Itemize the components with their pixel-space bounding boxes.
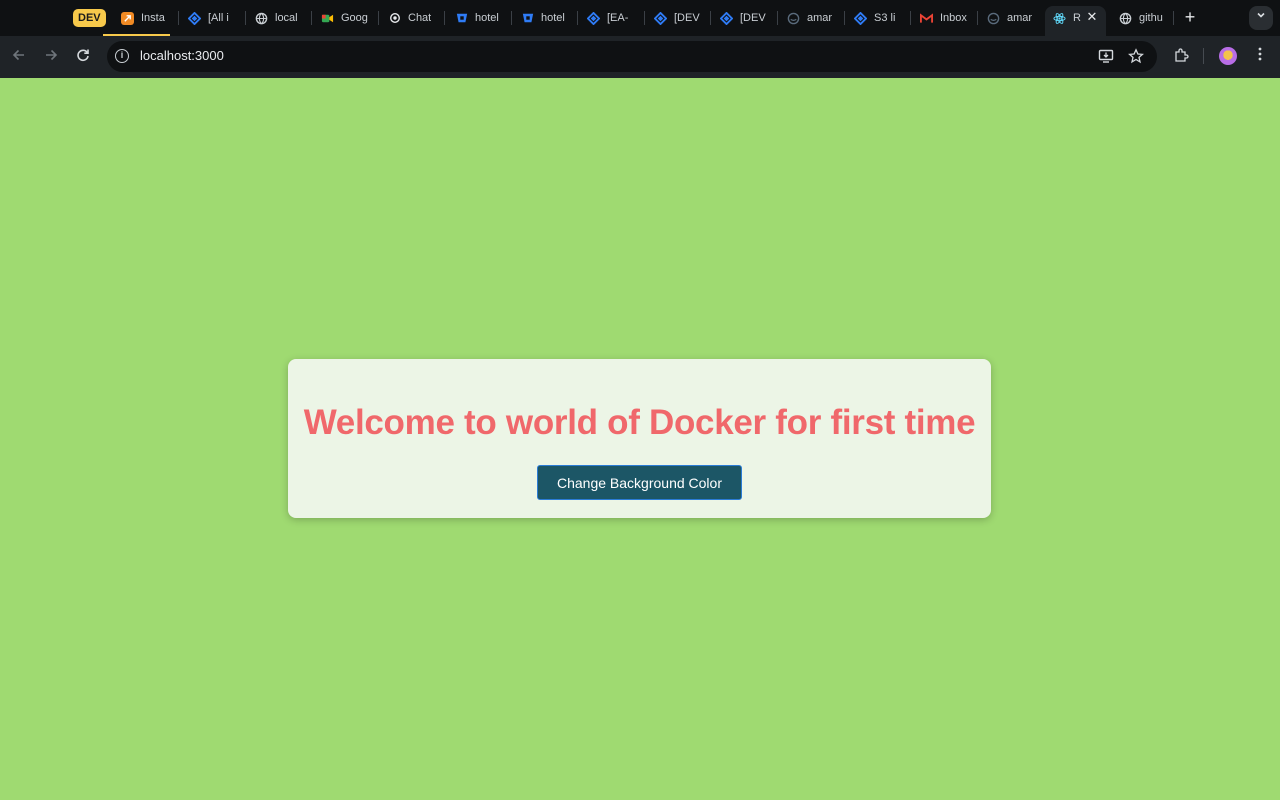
- forward-icon[interactable]: [41, 47, 61, 67]
- aws-icon: [987, 12, 1000, 25]
- tab-title: amar: [807, 12, 833, 24]
- tab-separator: [245, 11, 246, 25]
- new-tab-icon[interactable]: +: [1181, 8, 1199, 26]
- active-tab-label[interactable]: R: [1053, 7, 1081, 29]
- tab-title: local: [275, 12, 298, 24]
- reload-icon[interactable]: [73, 47, 93, 67]
- tab-separator: [444, 11, 445, 25]
- jira-icon: [654, 11, 667, 25]
- browser-tab[interactable]: local: [255, 7, 301, 29]
- tab-search-button[interactable]: [1249, 6, 1273, 30]
- tab-title: [DEV: [740, 12, 766, 24]
- browser-tab[interactable]: [DEV: [720, 7, 768, 29]
- page-title: Welcome to world of Docker for first tim…: [303, 403, 976, 442]
- tab-title: amar: [1007, 12, 1033, 24]
- chatgpt-icon: [388, 12, 401, 25]
- address-bar[interactable]: [107, 41, 1157, 72]
- chevron-down-icon: [1257, 12, 1265, 18]
- extensions-puzzle-icon[interactable]: [1172, 47, 1190, 65]
- tab-strip: DEV Insta [All i local Goog Chat hotel h…: [0, 0, 1280, 36]
- tab-separator: [844, 11, 845, 25]
- tab-separator: [644, 11, 645, 25]
- gmail-icon: [920, 12, 933, 25]
- aws-icon: [787, 12, 800, 25]
- tab-separator: [710, 11, 711, 25]
- tab-separator: [378, 11, 379, 25]
- tab-separator: [977, 11, 978, 25]
- jira-icon: [854, 11, 867, 25]
- welcome-card: Welcome to world of Docker for first tim…: [288, 359, 991, 518]
- app-orange-icon: [121, 11, 134, 25]
- browser-tab[interactable]: Inbox: [920, 7, 968, 29]
- tab-title: Insta: [141, 12, 165, 24]
- browser-tab[interactable]: hotel: [521, 7, 567, 29]
- change-background-color-button[interactable]: Change Background Color: [537, 465, 742, 500]
- tab-title: S3 li: [874, 12, 896, 24]
- browser-tab[interactable]: hotel: [455, 7, 501, 29]
- browser-tab[interactable]: amar: [787, 7, 835, 29]
- tab-title: Chat: [408, 12, 432, 24]
- tab-title: githu: [1139, 12, 1163, 24]
- tab-separator: [777, 11, 778, 25]
- browser-tab[interactable]: amar: [987, 7, 1035, 29]
- tab-title: [DEV: [674, 12, 700, 24]
- browser-tab[interactable]: Goog: [321, 7, 369, 29]
- tab-title: [All i: [208, 12, 229, 24]
- close-tab-icon[interactable]: ✕: [1085, 10, 1099, 24]
- bitbucket-icon: [455, 12, 468, 25]
- tab-separator: [178, 11, 179, 25]
- site-info-icon[interactable]: i: [115, 49, 129, 63]
- tab-separator: [311, 11, 312, 25]
- profile-avatar[interactable]: [1219, 47, 1237, 65]
- tab-title: Inbox: [940, 12, 967, 24]
- tab-title: Goog: [341, 12, 368, 24]
- browser-tab[interactable]: githu: [1119, 7, 1167, 29]
- tab-title: hotel: [541, 12, 565, 24]
- browser-tab[interactable]: Chat: [388, 7, 434, 29]
- toolbar-separator: [1203, 48, 1204, 64]
- tab-separator: [577, 11, 578, 25]
- bookmark-star-icon[interactable]: [1128, 48, 1144, 64]
- jira-icon: [587, 11, 600, 25]
- globe-icon: [255, 12, 268, 25]
- address-url[interactable]: localhost:3000: [140, 48, 224, 64]
- tab-separator: [910, 11, 911, 25]
- react-icon: [1053, 12, 1066, 25]
- bitbucket-icon: [521, 12, 534, 25]
- jira-icon: [720, 11, 733, 25]
- tab-separator: [1173, 11, 1174, 25]
- browser-tab[interactable]: [EA-: [587, 7, 635, 29]
- globe-icon: [1119, 12, 1132, 25]
- tab-group-chip[interactable]: DEV: [73, 9, 106, 27]
- back-icon[interactable]: [9, 47, 29, 67]
- browser-tab[interactable]: [DEV: [654, 7, 702, 29]
- tab-title: R: [1073, 12, 1081, 24]
- tab-title: hotel: [475, 12, 499, 24]
- tab-title: [EA-: [607, 12, 629, 24]
- install-app-icon[interactable]: [1098, 48, 1114, 64]
- tab-separator: [511, 11, 512, 25]
- google-meet-icon: [321, 12, 334, 25]
- browser-tab[interactable]: Insta: [121, 7, 167, 29]
- browser-tab[interactable]: S3 li: [854, 7, 902, 29]
- kebab-menu-icon[interactable]: [1251, 47, 1269, 65]
- browser-tab[interactable]: [All i: [188, 7, 234, 29]
- jira-icon: [188, 11, 201, 25]
